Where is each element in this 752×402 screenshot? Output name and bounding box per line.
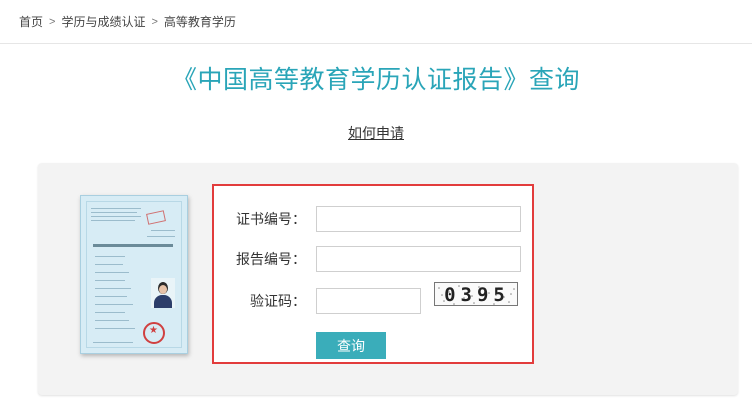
certificate-title: [93, 244, 173, 247]
breadcrumb-certification-link[interactable]: 学历与成绩认证: [61, 13, 145, 30]
certificate-text-line: [95, 328, 135, 329]
report-number-label: 报告编号：: [236, 251, 306, 267]
breadcrumb-higher-education-link[interactable]: 高等教育学历: [164, 13, 236, 30]
captcha-text: 0395: [444, 284, 510, 306]
photo-face: [159, 285, 167, 294]
certificate-text-line: [95, 320, 129, 321]
report-number-input[interactable]: [316, 246, 521, 272]
certificate-text-line: [91, 216, 141, 217]
breadcrumb-separator: >: [49, 15, 56, 28]
how-to-apply-link[interactable]: 如何申请: [0, 123, 752, 143]
certificate-text-line: [91, 208, 141, 209]
certificate-text-line: [93, 342, 133, 343]
certificate-photo: [151, 278, 175, 308]
captcha-label: 验证码：: [250, 293, 306, 309]
certificate-text-line: [91, 212, 137, 213]
certificate-text-line: [95, 312, 125, 313]
certificate-text-line: [95, 272, 129, 273]
certificate-sample-image: [80, 195, 188, 354]
certificate-text-line: [147, 236, 175, 237]
query-panel: 证书编号： 报告编号： 验证码： 0395: [38, 163, 738, 395]
breadcrumb: 首页 > 学历与成绩认证 > 高等教育学历: [0, 0, 752, 44]
breadcrumb-home-link[interactable]: 首页: [19, 13, 43, 30]
certificate-inner-border: [86, 201, 182, 348]
captcha-input[interactable]: [316, 288, 421, 314]
certificate-text-line: [95, 264, 123, 265]
certificate-text-line: [95, 280, 125, 281]
certificate-text-line: [95, 288, 131, 289]
cert-number-input[interactable]: [316, 206, 521, 232]
certificate-text-line: [95, 304, 133, 305]
breadcrumb-separator: >: [151, 15, 158, 28]
captcha-image[interactable]: 0395: [434, 282, 518, 306]
query-button[interactable]: 查询: [316, 332, 386, 359]
certificate-text-line: [151, 230, 175, 231]
certificate-seal: [143, 322, 165, 344]
photo-body: [154, 295, 172, 308]
certificate-text-line: [95, 296, 127, 297]
cert-number-label: 证书编号：: [236, 211, 306, 227]
query-form: 证书编号： 报告编号： 验证码： 0395 查询: [212, 184, 534, 364]
page-title: 《中国高等教育学历认证报告》查询: [171, 66, 580, 94]
certificate-text-line: [95, 256, 125, 257]
certificate-text-line: [91, 220, 135, 221]
